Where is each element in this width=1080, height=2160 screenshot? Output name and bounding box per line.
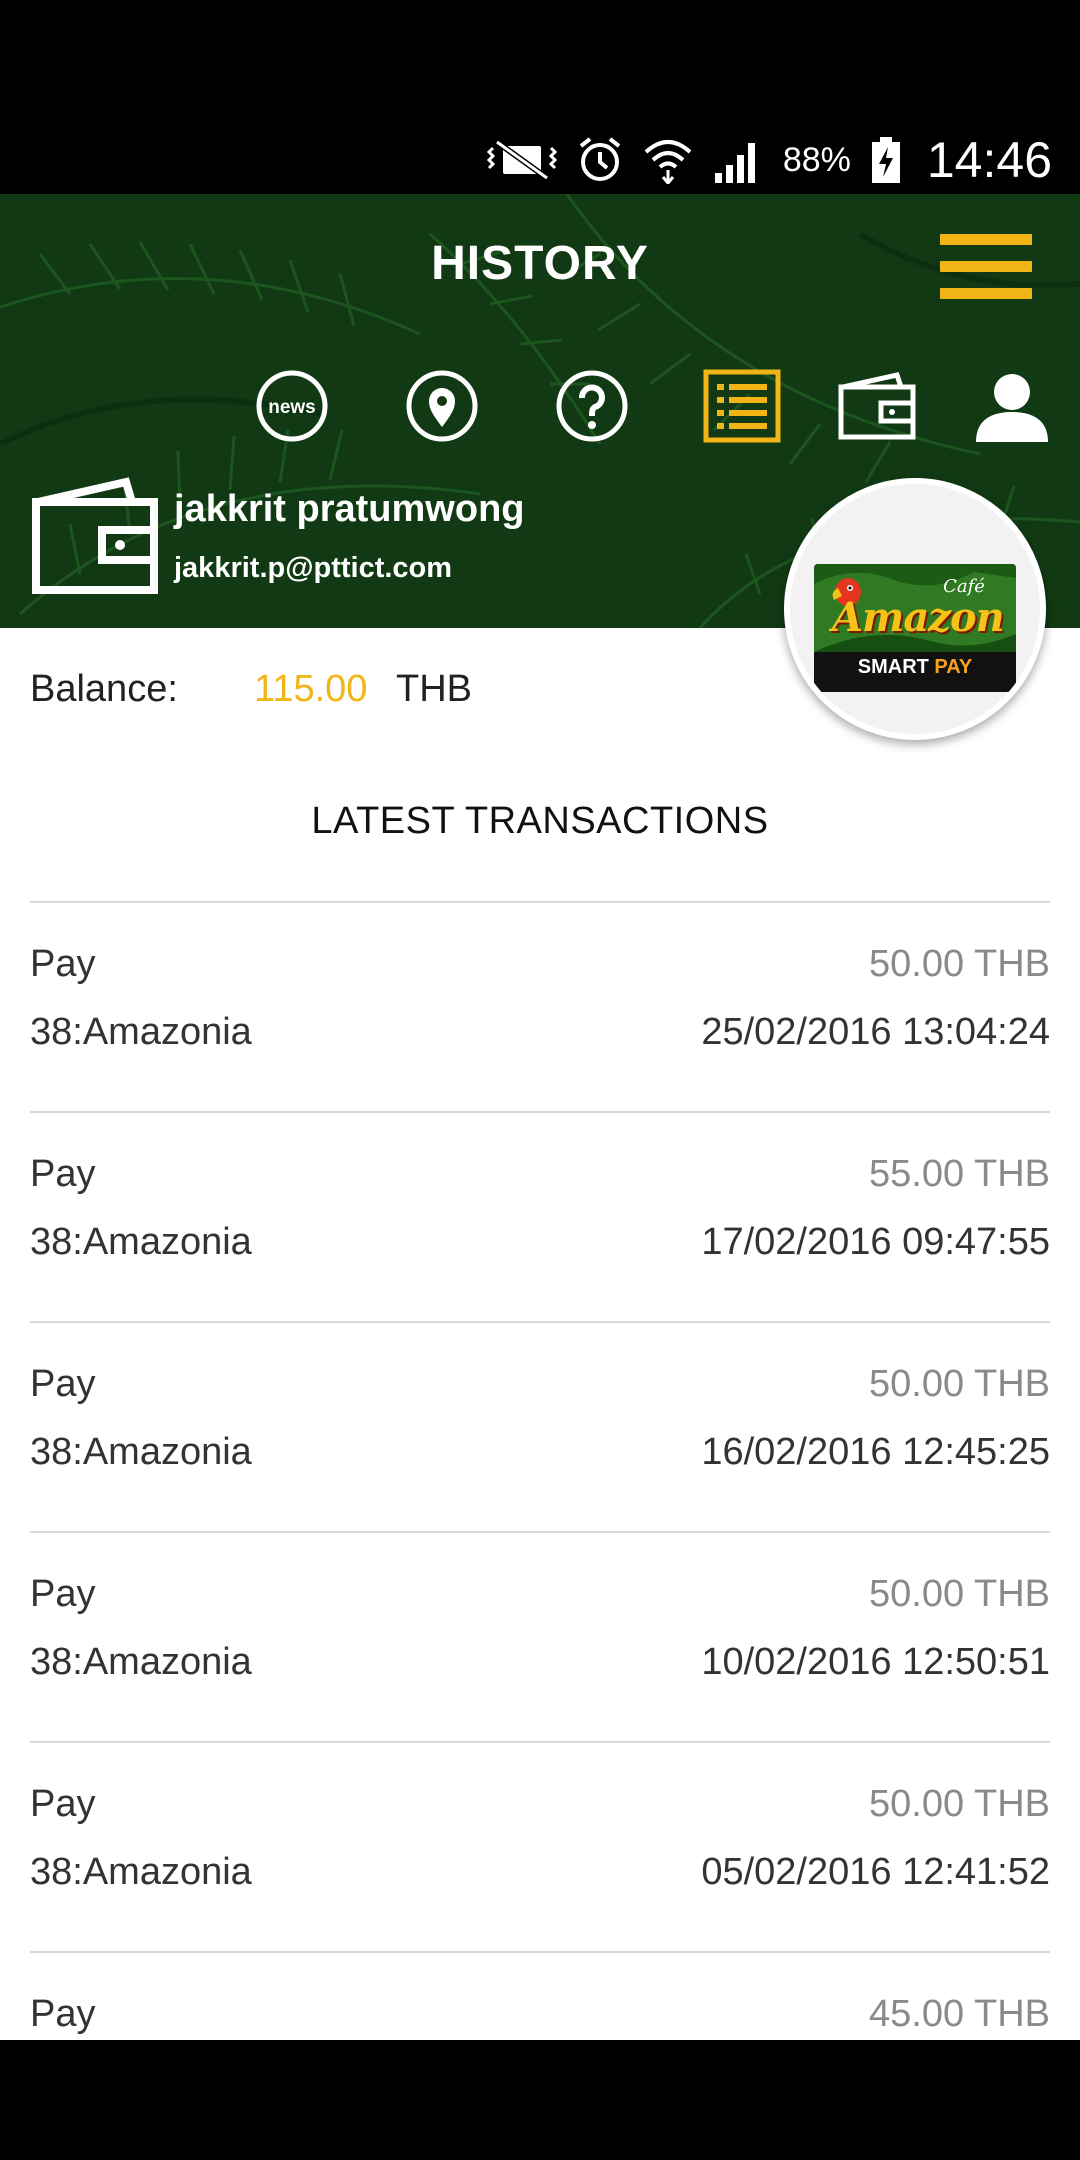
transaction-datetime: 10/02/2016 12:50:51 <box>701 1641 1050 1683</box>
logo-pay-text: PAY <box>934 656 973 678</box>
user-wallet-icon <box>32 477 158 594</box>
cafe-amazon-smart-pay-logo: Café Amazon SMART PAY <box>784 478 1046 740</box>
help-button[interactable] <box>552 366 632 446</box>
news-button[interactable]: news <box>252 366 332 446</box>
transaction-amount: 45.00 THB <box>869 1993 1050 2035</box>
menu-line <box>940 261 1032 272</box>
transaction-merchant: 38:Amazonia <box>30 1851 252 1893</box>
hamburger-menu-button[interactable] <box>940 234 1032 300</box>
balance-amount: 115.00 <box>254 668 368 710</box>
transaction-merchant: 38:Amazonia <box>30 1431 252 1473</box>
menu-line <box>940 288 1032 299</box>
transaction-amount: 50.00 THB <box>869 1783 1050 1825</box>
status-bar: 88% 14:46 <box>0 0 1080 194</box>
news-icon: news <box>256 370 328 442</box>
system-nav-bar <box>0 2040 1080 2160</box>
transaction-type: Pay <box>30 1573 96 1615</box>
transaction-amount: 50.00 THB <box>869 1363 1050 1405</box>
transaction-row[interactable]: Pay 55.00 THB 38:Amazonia 17/02/2016 09:… <box>30 1111 1050 1321</box>
transaction-row[interactable]: Pay 50.00 THB 38:Amazonia 05/02/2016 12:… <box>30 1741 1050 1951</box>
wallet-icon <box>838 372 916 440</box>
transaction-type: Pay <box>30 1153 96 1195</box>
transaction-type: Pay <box>30 1783 96 1825</box>
vibrate-mute-icon <box>486 139 557 181</box>
wallet-button[interactable] <box>837 366 917 446</box>
history-button[interactable] <box>702 366 782 446</box>
user-name: jakkrit pratumwong <box>174 488 525 530</box>
transaction-datetime: 17/02/2016 09:47:55 <box>701 1221 1050 1263</box>
alarm-icon <box>579 137 621 181</box>
clock: 14:46 <box>926 132 1052 188</box>
transaction-type: Pay <box>30 1993 96 2035</box>
battery-charging-icon <box>871 137 900 183</box>
user-email: jakkrit.p@pttict.com <box>174 552 453 584</box>
logo-smart-text: SMART <box>857 656 929 678</box>
transaction-amount: 55.00 THB <box>869 1153 1050 1195</box>
nav-icon-row: news <box>0 366 1080 446</box>
transaction-merchant: 38:Amazonia <box>30 1641 252 1683</box>
transaction-datetime: 05/02/2016 12:41:52 <box>701 1851 1050 1893</box>
balance-label: Balance: <box>30 668 178 710</box>
transaction-type: Pay <box>30 943 96 985</box>
news-icon-label: news <box>268 397 316 418</box>
profile-icon <box>976 374 1048 442</box>
signal-icon <box>714 143 755 183</box>
logo-smart-pay: SMART PAY <box>814 656 1016 679</box>
screen: 88% 14:46 HISTORY news jakkrit pratumwon… <box>0 0 1080 2160</box>
transaction-merchant: 38:Amazonia <box>30 1011 252 1053</box>
location-button[interactable] <box>402 366 482 446</box>
transactions-list: Pay 50.00 THB 38:Amazonia 25/02/2016 13:… <box>30 901 1050 2040</box>
transaction-amount: 50.00 THB <box>869 943 1050 985</box>
logo-wordmark: Amazon <box>832 594 1005 641</box>
profile-button[interactable] <box>972 366 1052 446</box>
transaction-row[interactable]: Pay 50.00 THB 38:Amazonia 16/02/2016 12:… <box>30 1321 1050 1531</box>
transaction-amount: 50.00 THB <box>869 1573 1050 1615</box>
transactions-title: LATEST TRANSACTIONS <box>311 800 769 842</box>
page-title: HISTORY <box>431 237 649 290</box>
transaction-datetime: 16/02/2016 12:45:25 <box>701 1431 1050 1473</box>
transaction-merchant: 38:Amazonia <box>30 1221 252 1263</box>
transaction-datetime: 25/02/2016 13:04:24 <box>701 1011 1050 1053</box>
status-icons: 88% 14:46 <box>486 128 1052 192</box>
menu-line <box>940 234 1032 245</box>
wifi-icon <box>644 140 692 184</box>
help-icon <box>556 370 628 442</box>
transaction-type: Pay <box>30 1363 96 1405</box>
transaction-row[interactable]: Pay 45.00 THB <box>30 1951 1050 2040</box>
history-list-icon <box>703 369 781 443</box>
transactions-section: LATEST TRANSACTIONS Pay 50.00 THB 38:Ama… <box>0 758 1080 2040</box>
logo-card: Café Amazon SMART PAY <box>814 564 1016 692</box>
balance-currency: THB <box>396 668 472 710</box>
transaction-row[interactable]: Pay 50.00 THB 38:Amazonia 10/02/2016 12:… <box>30 1531 1050 1741</box>
battery-percent: 88% <box>782 140 851 179</box>
transaction-row[interactable]: Pay 50.00 THB 38:Amazonia 25/02/2016 13:… <box>30 901 1050 1111</box>
location-pin-icon <box>406 370 478 442</box>
